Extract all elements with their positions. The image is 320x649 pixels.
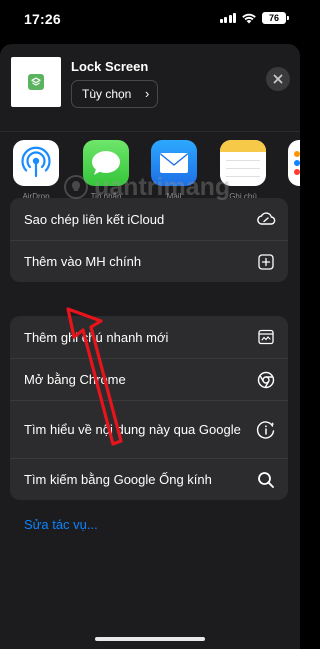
app-reminders[interactable]: L (286, 140, 300, 201)
link-cloud-icon (256, 209, 276, 229)
action-new-quick-note[interactable]: Thêm ghi chú nhanh mới (10, 316, 288, 358)
app-messages[interactable]: Tin nhắn (81, 140, 131, 201)
app-mail[interactable]: Mail (149, 140, 199, 201)
status-time: 17:26 (24, 11, 61, 27)
chevron-right-icon: › (145, 86, 150, 101)
close-button[interactable] (266, 67, 290, 91)
share-sheet-header: Lock Screen Tùy chọn › (0, 54, 300, 126)
app-airdrop[interactable]: AirDrop (11, 140, 61, 201)
action-add-to-home-screen[interactable]: Thêm vào MH chính (10, 240, 288, 282)
action-group-secondary: Thêm ghi chú nhanh mới Mở bằng Chrome Tì… (10, 316, 288, 500)
action-label: Tìm kiếm bằng Google Ống kính (24, 472, 212, 487)
action-group-primary: Sao chép liên kết iCloud Thêm vào MH chí… (10, 198, 288, 282)
chrome-icon (256, 370, 276, 390)
action-search-google-lens[interactable]: Tìm kiếm bằng Google Ống kính (10, 458, 288, 500)
item-thumbnail (11, 57, 61, 107)
action-label: Thêm vào MH chính (24, 254, 142, 269)
status-bar: 17:26 76 (0, 0, 300, 40)
action-learn-about-with-google[interactable]: Tìm hiểu về nội dung này qua Google (10, 400, 288, 458)
action-open-in-chrome[interactable]: Mở bằng Chrome (10, 358, 288, 400)
cellular-signal-icon (219, 13, 236, 23)
close-icon (273, 74, 283, 84)
action-label: Tìm hiểu về nội dung này qua Google (24, 421, 241, 437)
add-square-icon (256, 252, 276, 272)
options-button[interactable]: Tùy chọn › (71, 80, 159, 108)
google-lens-info-icon (256, 420, 276, 440)
action-label: Mở bằng Chrome (24, 372, 126, 387)
app-label: L (286, 192, 300, 201)
wifi-icon (242, 13, 256, 24)
mail-icon (151, 140, 197, 186)
action-label: Sao chép liên kết iCloud (24, 211, 165, 227)
header-divider (0, 131, 300, 132)
airdrop-icon (13, 140, 59, 186)
action-copy-icloud-link[interactable]: Sao chép liên kết iCloud (10, 198, 288, 240)
home-indicator (95, 637, 205, 641)
notes-icon (220, 140, 266, 186)
edit-actions-link[interactable]: Sửa tác vụ... (24, 517, 98, 532)
share-sheet: Lock Screen Tùy chọn › AirDrop Tin nhắn … (0, 44, 300, 649)
status-icons: 76 (219, 12, 289, 24)
battery-indicator: 76 (262, 12, 289, 24)
messages-icon (83, 140, 129, 186)
item-title: Lock Screen (71, 59, 149, 74)
app-notes[interactable]: Ghi chú (218, 140, 268, 201)
search-icon (256, 470, 276, 490)
layers-icon (28, 74, 44, 90)
quick-note-icon (256, 327, 276, 347)
action-label: Thêm ghi chú nhanh mới (24, 329, 169, 345)
options-button-label: Tùy chọn (82, 87, 132, 101)
reminders-icon (288, 140, 300, 186)
